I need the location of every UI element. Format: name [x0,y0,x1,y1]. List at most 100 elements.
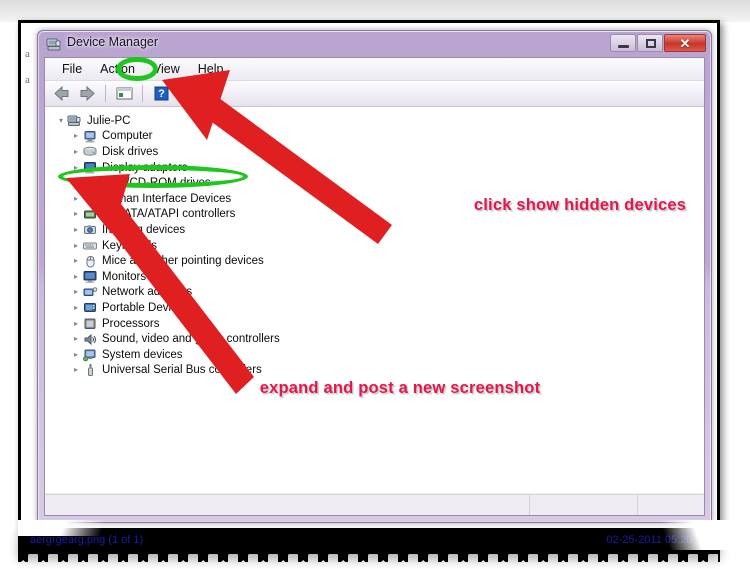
menu-action[interactable]: Action [91,60,144,78]
network-adapter-icon [82,285,99,300]
tree-root-julie-pc[interactable]: ▾ Julie-PC [55,113,704,129]
tree-item-keyboards[interactable]: ▸ Keyboards [55,238,704,254]
toolbar: ? [45,81,704,107]
status-pane-main [45,495,530,515]
chevron-right-icon[interactable]: ▸ [70,163,82,172]
close-button[interactable]: ✕ [664,34,706,52]
menu-file[interactable]: File [53,60,91,78]
separator-1 [105,85,106,102]
tree-item-label: Processors [102,317,160,330]
disk-drive-icon [82,144,99,159]
tree-item-mice-and-pointing-devices[interactable]: ▸ Mice and other pointing devices [55,253,704,269]
chevron-down-icon[interactable]: ▾ [55,116,67,125]
keyboard-icon [82,238,99,253]
processor-icon [82,316,99,331]
chevron-right-icon[interactable]: ▸ [70,132,82,140]
tree-item-label: Human Interface Devices [102,192,232,205]
chevron-right-icon[interactable]: ▸ [70,179,82,187]
tree-item-portable-devices[interactable]: ▸ Portable Devices [55,300,704,316]
menu-view[interactable]: View [144,60,189,78]
tree-item-display-adapters[interactable]: ▸ Display adapters [55,160,704,176]
computer-icon [82,129,99,144]
tree-item-imaging-devices[interactable]: ▸ Imaging devices [55,222,704,238]
tree-item-processors[interactable]: ▸ Processors [55,316,704,332]
properties-icon[interactable] [113,83,135,104]
scan-hardware-icon[interactable] [175,83,197,104]
forward-icon[interactable] [76,83,98,104]
caption-zigzag-edge [18,548,720,562]
background-page-text: aa [25,48,30,86]
device-manager-icon [46,36,62,52]
tree-item-label: Universal Serial Bus controllers [102,364,262,377]
system-device-icon [82,347,99,362]
sound-controller-icon [82,332,99,347]
chevron-right-icon[interactable]: ▸ [70,210,82,218]
chevron-right-icon[interactable]: ▸ [70,350,82,359]
tree-item-label: Sound, video and game controllers [102,333,280,346]
menubar: File Action View Help [45,58,704,81]
tree-item-label: Disk drives [102,145,159,158]
chevron-right-icon[interactable]: ▸ [70,241,82,250]
tree-item-computer[interactable]: ▸ Computer [55,129,704,145]
device-tree[interactable]: ▾ Julie-PC ▸ Computer ▸ Disk drives ▸ Di… [45,107,704,493]
computer-tower-icon [67,113,84,128]
tree-item-system-devices[interactable]: ▸ System devices [55,347,704,363]
tree-item-label: Network adapters [102,286,193,299]
tree-item-label: IDE ATA/ATAPI controllers [102,208,236,221]
caption-glare-right [642,520,732,550]
window-controls: ✕ [610,34,706,52]
imaging-device-icon [82,222,99,237]
status-bar [45,494,704,515]
close-icon: ✕ [679,36,691,51]
tree-item-label: Portable Devices [102,301,189,314]
tree-item-ide-ata-atapi-controllers[interactable]: ▸ IDE ATA/ATAPI controllers [55,207,704,223]
window-title: Device Manager [67,35,159,49]
help-icon[interactable]: ? [150,83,172,104]
tree-item-human-interface-devices[interactable]: ▸ Human Interface Devices [55,191,704,207]
chevron-right-icon[interactable]: ▸ [70,319,82,328]
maximize-button[interactable] [637,34,663,52]
mouse-icon [82,254,99,269]
monitor-icon [82,269,99,284]
page-backdrop [0,0,750,22]
tree-item-label: System devices [102,348,183,361]
chevron-right-icon[interactable]: ▸ [70,366,82,374]
usb-controller-icon [82,363,99,378]
back-icon[interactable] [51,83,73,104]
tree-item-label: Imaging devices [102,223,186,236]
tree-item-label: Monitors [102,270,147,283]
chevron-right-icon[interactable]: ▸ [70,303,82,312]
tree-root-label: Julie-PC [87,114,131,127]
caption-glare-left [18,520,138,536]
chevron-right-icon[interactable]: ▸ [70,288,82,296]
tree-item-usb-controllers[interactable]: ▸ Universal Serial Bus controllers [55,363,704,379]
chevron-right-icon[interactable]: ▸ [70,225,82,234]
window-client-area: File Action View Help ? ▾ Julie-PC ▸ Com… [44,57,705,516]
menu-help[interactable]: Help [189,60,233,78]
chevron-right-icon[interactable]: ▸ [70,335,82,343]
svg-text:?: ? [158,88,165,100]
tree-item-label: DVD/CD-ROM drives [102,177,211,190]
status-pane-tertiary [638,495,704,515]
separator-2 [142,85,143,102]
tree-item-dvd-cdrom-drives[interactable]: ▸ DVD/CD-ROM drives [55,175,704,191]
device-manager-window: Device Manager ✕ File Action View Help ?… [37,30,712,523]
tree-item-sound-video-game-controllers[interactable]: ▸ Sound, video and game controllers [55,331,704,347]
window-titlebar[interactable]: Device Manager ✕ [38,31,711,57]
tree-item-label: Display adapters [102,161,188,174]
chevron-right-icon[interactable]: ▸ [70,147,82,156]
minimize-button[interactable] [610,34,636,52]
maximize-icon [646,39,656,48]
chevron-right-icon[interactable]: ▸ [70,272,82,281]
tree-item-disk-drives[interactable]: ▸ Disk drives [55,144,704,160]
tree-item-label: Keyboards [102,239,157,252]
ide-controller-icon [82,207,99,222]
hid-icon [82,191,99,206]
tree-item-monitors[interactable]: ▸ Monitors [55,269,704,285]
chevron-right-icon[interactable]: ▸ [70,194,82,203]
tree-item-network-adapters[interactable]: ▸ Network adapters [55,285,704,301]
tree-item-label: Mice and other pointing devices [102,255,264,268]
dvd-drive-icon [82,176,99,191]
chevron-right-icon[interactable]: ▸ [70,257,82,265]
portable-device-icon [82,300,99,315]
